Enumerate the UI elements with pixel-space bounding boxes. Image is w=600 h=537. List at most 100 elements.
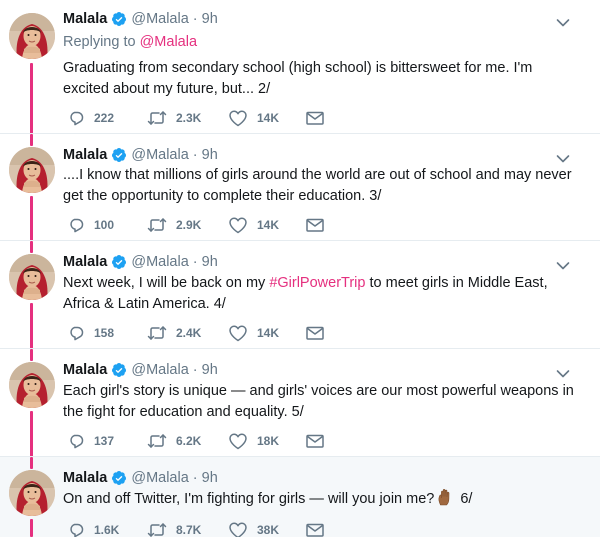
avatar[interactable] bbox=[9, 13, 55, 59]
thread-connector-line bbox=[30, 63, 33, 134]
direct-message-button[interactable] bbox=[305, 520, 334, 537]
tweet-text: Next week, I will be back on my #GirlPow… bbox=[63, 273, 578, 315]
heart-icon bbox=[228, 216, 248, 234]
like-button[interactable]: 14K bbox=[228, 108, 279, 128]
reply-button[interactable]: 137 bbox=[67, 431, 114, 451]
avatar[interactable] bbox=[9, 147, 55, 193]
timestamp[interactable]: 9h bbox=[202, 470, 218, 486]
author-name[interactable]: Malala bbox=[63, 147, 107, 163]
verified-badge-icon bbox=[111, 254, 127, 270]
separator-dot: · bbox=[192, 11, 198, 27]
verified-badge-icon bbox=[111, 470, 127, 486]
retweet-icon bbox=[147, 521, 167, 537]
tweet-6[interactable]: Malala @Malala · 9h On and off Twitter, … bbox=[0, 457, 600, 537]
thread-connector-line bbox=[30, 196, 33, 241]
reply-count: 158 bbox=[94, 326, 115, 340]
author-name[interactable]: Malala bbox=[63, 11, 107, 27]
tweet-thread: Malala @Malala · 9h Replying to @Malala … bbox=[0, 0, 600, 537]
thread-connector-line bbox=[30, 519, 33, 537]
verified-badge-icon bbox=[111, 147, 127, 163]
heart-icon bbox=[228, 521, 248, 537]
avatar[interactable] bbox=[9, 254, 55, 300]
reply-icon bbox=[67, 324, 85, 342]
author-handle[interactable]: @Malala bbox=[131, 362, 188, 378]
chevron-down-icon[interactable] bbox=[556, 258, 570, 268]
author-name[interactable]: Malala bbox=[63, 470, 107, 486]
tweet-4[interactable]: Malala @Malala · 9h Next week, I will be… bbox=[0, 241, 600, 349]
retweet-icon bbox=[147, 109, 167, 127]
tweet-header: Malala @Malala · 9h bbox=[63, 145, 218, 165]
hashtag-link[interactable]: #GirlPowerTrip bbox=[269, 275, 365, 291]
reply-icon bbox=[67, 432, 85, 450]
like-button[interactable]: 18K bbox=[228, 431, 279, 451]
timestamp[interactable]: 9h bbox=[202, 254, 218, 270]
tweet-text: ....I know that millions of girls around… bbox=[63, 167, 572, 204]
direct-message-button[interactable] bbox=[305, 108, 334, 128]
reply-button[interactable]: 100 bbox=[67, 215, 114, 235]
separator-dot: · bbox=[192, 254, 198, 270]
timestamp[interactable]: 9h bbox=[202, 11, 218, 27]
envelope-icon bbox=[305, 433, 325, 449]
replying-to-link[interactable]: @Malala bbox=[140, 34, 197, 50]
reply-count: 137 bbox=[94, 434, 115, 448]
reply-button[interactable]: 158 bbox=[67, 323, 114, 343]
direct-message-button[interactable] bbox=[305, 431, 334, 451]
retweet-button[interactable]: 2.4K bbox=[147, 323, 201, 343]
like-button[interactable]: 14K bbox=[228, 323, 279, 343]
retweet-icon bbox=[147, 432, 167, 450]
like-count: 14K bbox=[257, 218, 280, 232]
envelope-icon bbox=[305, 110, 325, 126]
author-handle[interactable]: @Malala bbox=[131, 470, 188, 486]
envelope-icon bbox=[305, 217, 325, 233]
direct-message-button[interactable] bbox=[305, 215, 334, 235]
retweet-button[interactable]: 2.3K bbox=[147, 108, 201, 128]
tweet-text: Graduating from secondary school (high s… bbox=[63, 60, 533, 97]
retweet-button[interactable]: 8.7K bbox=[147, 520, 201, 537]
chevron-down-icon[interactable] bbox=[556, 151, 570, 161]
tweet-2[interactable]: Malala @Malala · 9h Replying to @Malala … bbox=[0, 0, 600, 134]
author-name[interactable]: Malala bbox=[63, 362, 107, 378]
raised-hand-emoji bbox=[437, 488, 453, 505]
envelope-icon bbox=[305, 522, 325, 537]
chevron-down-icon[interactable] bbox=[556, 15, 570, 25]
thread-connector-line bbox=[30, 411, 33, 457]
author-handle[interactable]: @Malala bbox=[131, 11, 188, 27]
tweet-5[interactable]: Malala @Malala · 9h Each girl's story is… bbox=[0, 349, 600, 457]
heart-icon bbox=[228, 109, 248, 127]
author-handle[interactable]: @Malala bbox=[131, 254, 188, 270]
like-button[interactable]: 14K bbox=[228, 215, 279, 235]
retweet-count: 8.7K bbox=[176, 523, 202, 537]
chevron-down-icon[interactable] bbox=[556, 366, 570, 376]
reply-button[interactable]: 222 bbox=[67, 108, 114, 128]
reply-count: 100 bbox=[94, 218, 115, 232]
retweet-count: 6.2K bbox=[176, 434, 202, 448]
avatar[interactable] bbox=[9, 470, 55, 516]
retweet-button[interactable]: 2.9K bbox=[147, 215, 201, 235]
like-button[interactable]: 38K bbox=[228, 520, 279, 537]
thread-connector-line bbox=[30, 303, 33, 349]
tweet-text: On and off Twitter, I'm fighting for gir… bbox=[63, 488, 578, 510]
tweet-text-part: 6/ bbox=[456, 491, 473, 507]
avatar[interactable] bbox=[9, 362, 55, 408]
retweet-icon bbox=[147, 216, 167, 234]
thread-connector-line bbox=[30, 457, 33, 469]
tweet-3[interactable]: Malala @Malala · 9h ....I know that mill… bbox=[0, 134, 600, 241]
author-name[interactable]: Malala bbox=[63, 254, 107, 270]
retweet-count: 2.4K bbox=[176, 326, 202, 340]
separator-dot: · bbox=[192, 147, 198, 163]
heart-icon bbox=[228, 432, 248, 450]
retweet-button[interactable]: 6.2K bbox=[147, 431, 201, 451]
direct-message-button[interactable] bbox=[305, 323, 334, 343]
timestamp[interactable]: 9h bbox=[202, 147, 218, 163]
tweet-text-part: On and off Twitter, I'm fighting for gir… bbox=[63, 491, 435, 507]
tweet-header: Malala @Malala · 9h bbox=[63, 252, 218, 272]
reply-icon bbox=[67, 109, 85, 127]
tweet-header: Malala @Malala · 9h bbox=[63, 468, 218, 488]
timestamp[interactable]: 9h bbox=[202, 362, 218, 378]
reply-button[interactable]: 1.6K bbox=[67, 520, 119, 537]
reply-count: 222 bbox=[94, 111, 115, 125]
tweet-text-part: Next week, I will be back on my bbox=[63, 275, 270, 291]
reply-count: 1.6K bbox=[94, 523, 120, 537]
thread-connector-line bbox=[30, 349, 33, 361]
author-handle[interactable]: @Malala bbox=[131, 147, 188, 163]
